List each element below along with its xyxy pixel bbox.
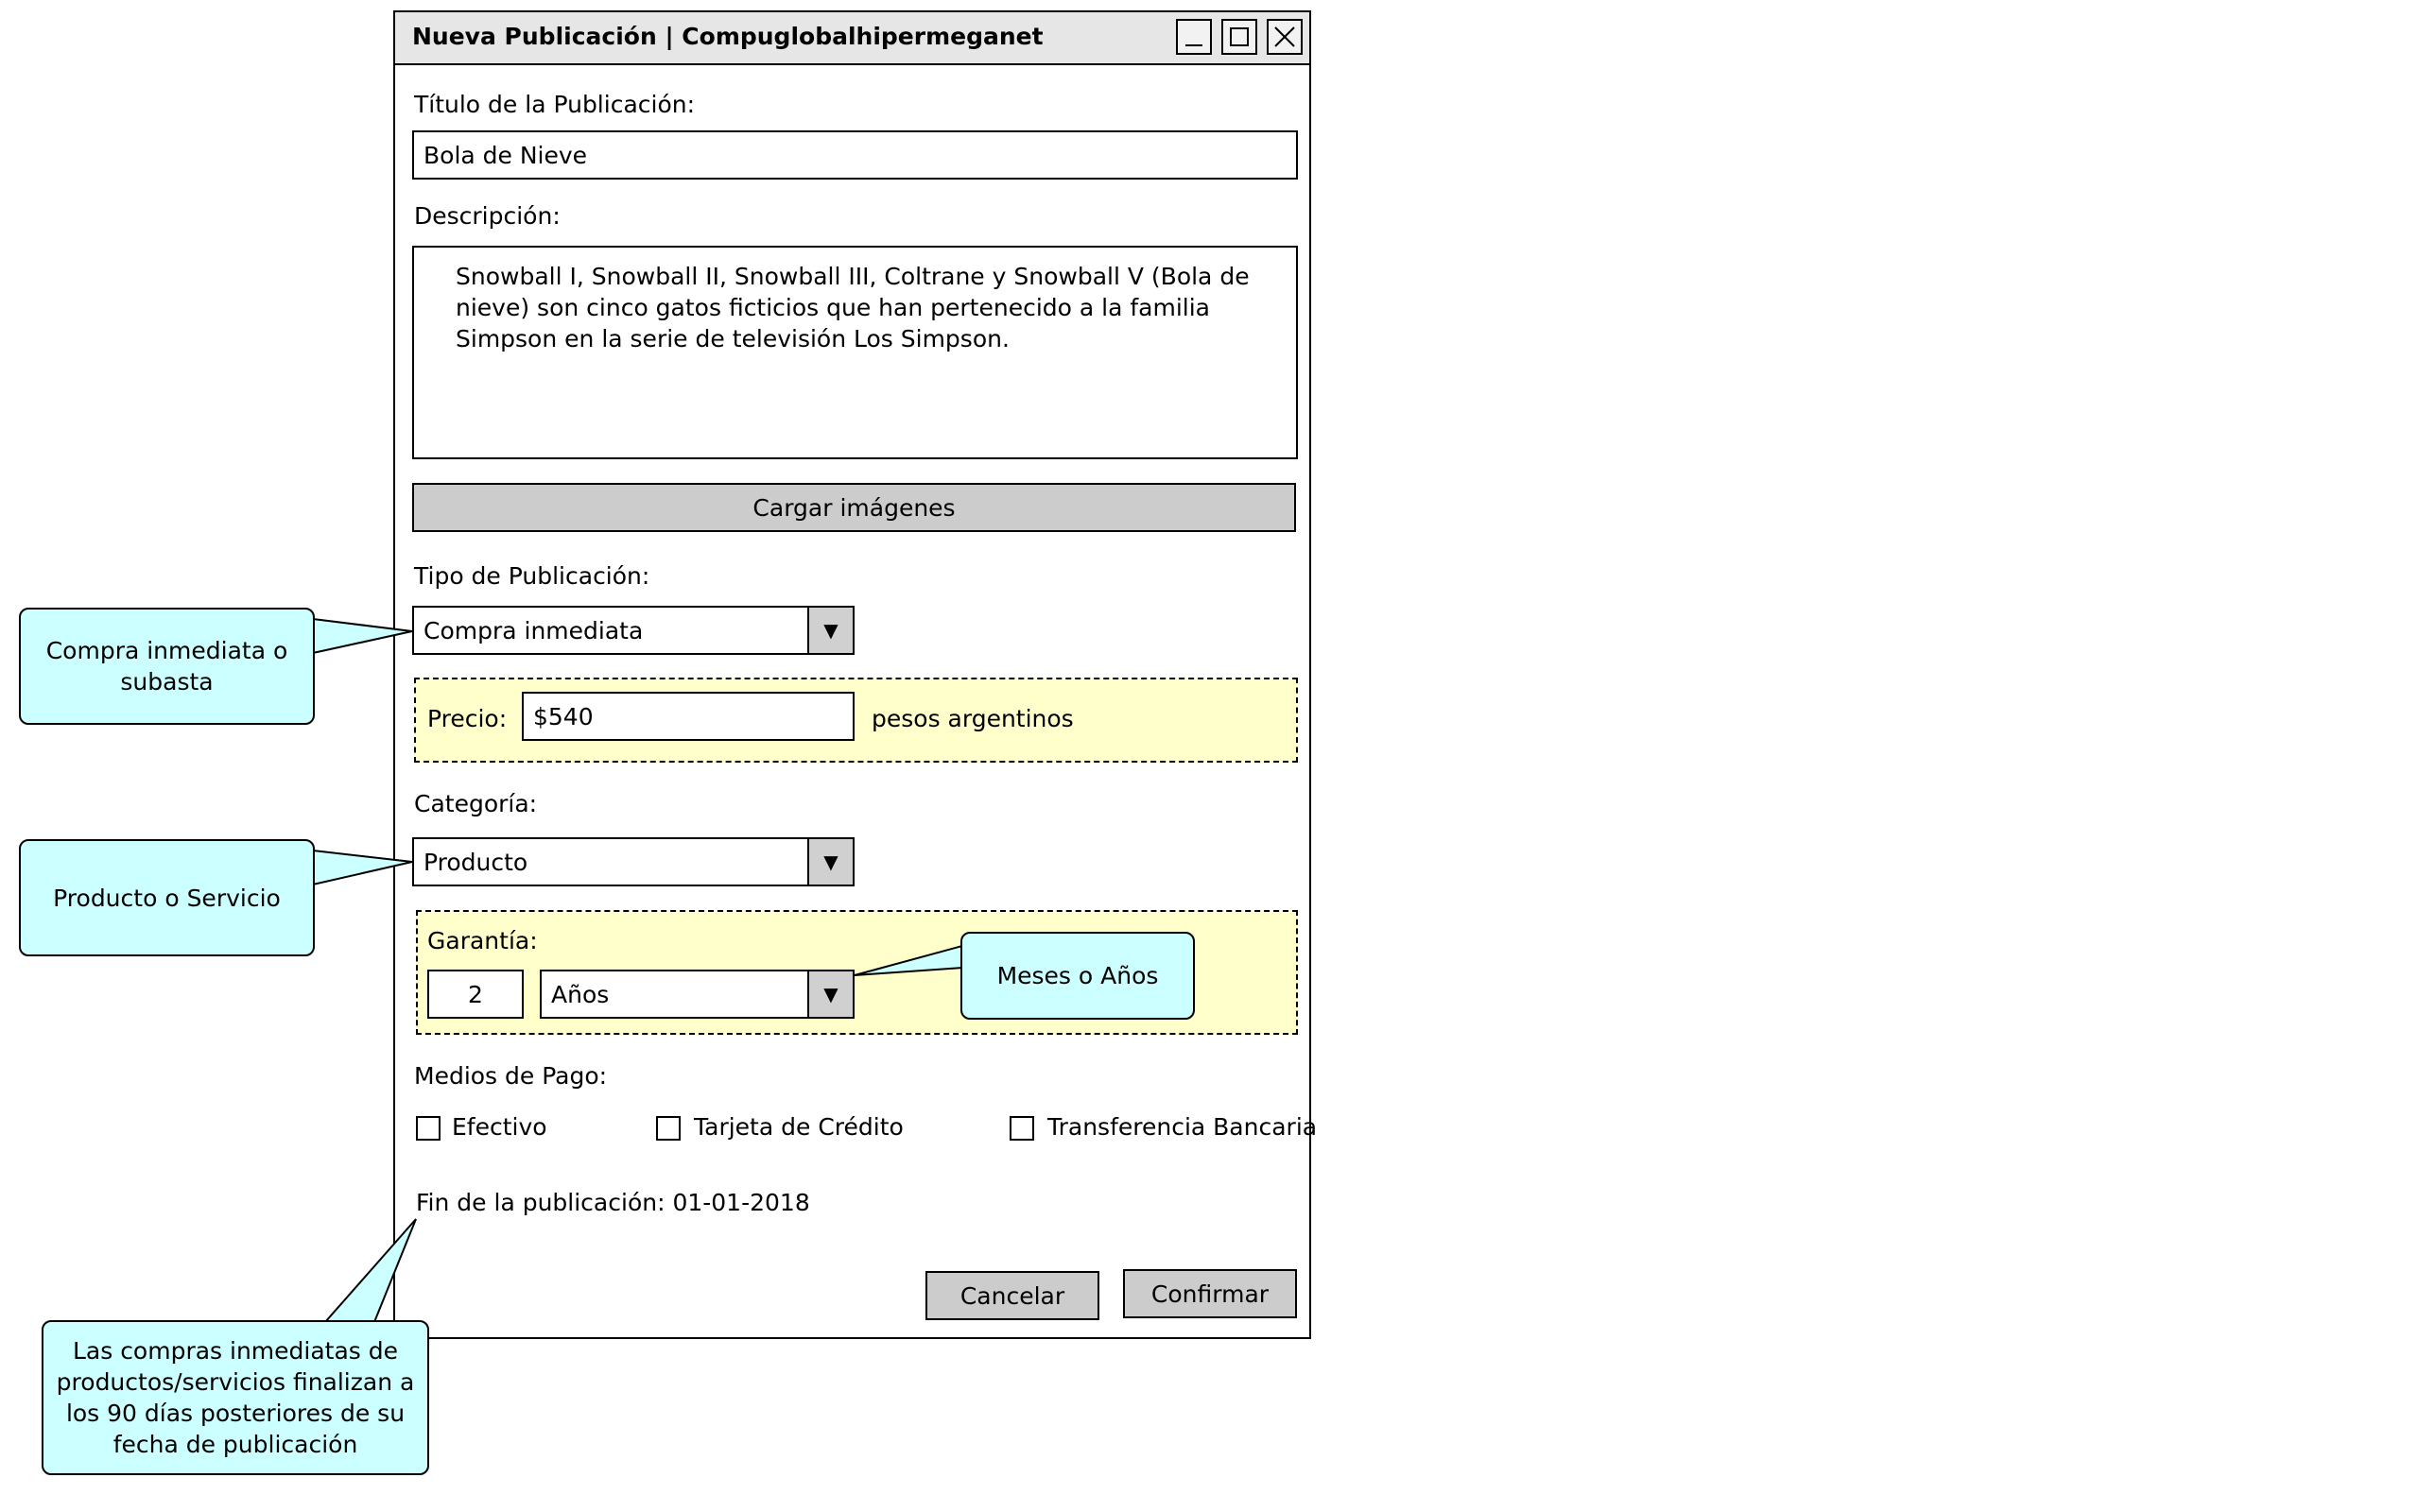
- callout-end-text: Las compras inmediatas de productos/serv…: [56, 1337, 415, 1458]
- callout-end-note: Las compras inmediatas de productos/serv…: [42, 1320, 429, 1475]
- callout-type-note: Compra inmediata o subasta: [19, 608, 315, 725]
- callout-category-text: Producto o Servicio: [53, 884, 281, 912]
- callout-type-text: Compra inmediata o subasta: [45, 637, 288, 696]
- callout-category-note: Producto o Servicio: [19, 839, 315, 956]
- callout-pointers: [311, 617, 964, 1324]
- callout-warranty-text: Meses o Años: [996, 962, 1159, 989]
- callout-warranty-note: Meses o Años: [960, 932, 1195, 1020]
